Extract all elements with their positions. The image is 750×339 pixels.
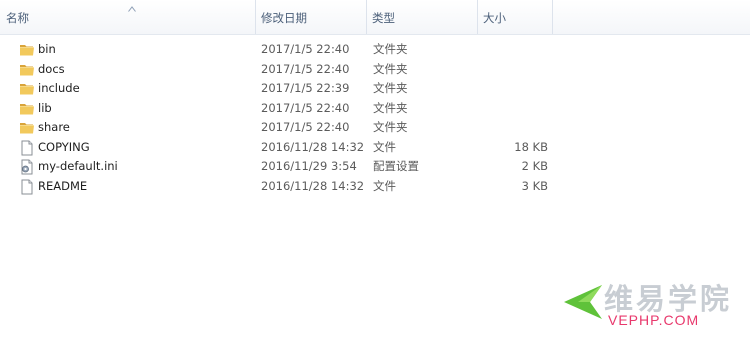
file-type: 文件夹 bbox=[373, 61, 408, 76]
file-explorer: 名称 修改日期 类型 大小 bin 2017/1/5 22:40 文件夹 doc… bbox=[0, 0, 750, 339]
file-type: 文件夹 bbox=[373, 81, 408, 95]
file-icon bbox=[19, 140, 35, 156]
file-row[interactable]: README 2016/11/28 14:32 文件 3 KB bbox=[0, 177, 560, 197]
file-name: README bbox=[38, 178, 88, 193]
file-size: 3 KB bbox=[521, 178, 548, 193]
column-header-date[interactable]: 修改日期 bbox=[255, 0, 366, 34]
file-type: 文件夹 bbox=[373, 100, 408, 115]
file-type: 文件 bbox=[373, 139, 396, 154]
file-date: 2017/1/5 22:39 bbox=[261, 81, 350, 95]
folder-icon bbox=[19, 120, 35, 136]
file-date: 2016/11/29 3:54 bbox=[261, 159, 357, 173]
file-date: 2017/1/5 22:40 bbox=[261, 42, 350, 56]
watermark-url: VEPHP.COM bbox=[608, 312, 700, 328]
file-row[interactable]: bin 2017/1/5 22:40 文件夹 bbox=[0, 40, 560, 60]
file-type: 文件夹 bbox=[373, 42, 408, 56]
file-date: 2016/11/28 14:32 bbox=[261, 139, 365, 154]
ini-settings-icon bbox=[19, 159, 35, 175]
file-size: 18 KB bbox=[514, 139, 548, 154]
file-row[interactable]: docs 2017/1/5 22:40 文件夹 bbox=[0, 60, 560, 80]
file-type: 文件夹 bbox=[373, 120, 408, 134]
column-divider[interactable] bbox=[552, 0, 553, 34]
folder-icon bbox=[19, 62, 35, 78]
file-name: COPYING bbox=[38, 139, 90, 154]
folder-icon bbox=[19, 42, 35, 58]
file-icon bbox=[19, 179, 35, 195]
file-name: docs bbox=[38, 61, 65, 76]
file-date: 2016/11/28 14:32 bbox=[261, 178, 365, 193]
file-row[interactable]: COPYING 2016/11/28 14:32 文件 18 KB bbox=[0, 138, 560, 158]
file-name: my-default.ini bbox=[38, 159, 118, 173]
file-name: bin bbox=[38, 42, 56, 56]
file-date: 2017/1/5 22:40 bbox=[261, 100, 350, 115]
folder-icon bbox=[19, 101, 35, 117]
folder-icon bbox=[19, 81, 35, 97]
vephp-logo-icon bbox=[564, 285, 602, 319]
column-header-type[interactable]: 类型 bbox=[366, 0, 477, 34]
watermark: 维易学院 VEPHP.COM bbox=[558, 276, 738, 332]
file-type: 文件 bbox=[373, 178, 396, 193]
file-name: include bbox=[38, 81, 80, 95]
file-row[interactable]: lib 2017/1/5 22:40 文件夹 bbox=[0, 99, 560, 119]
file-name: share bbox=[38, 120, 70, 134]
file-type: 配置设置 bbox=[373, 159, 419, 173]
sort-ascending-icon bbox=[128, 6, 136, 12]
file-row[interactable]: include 2017/1/5 22:39 文件夹 bbox=[0, 79, 560, 99]
file-size: 2 KB bbox=[521, 159, 548, 173]
file-date: 2017/1/5 22:40 bbox=[261, 61, 350, 76]
file-name: lib bbox=[38, 100, 52, 115]
file-date: 2017/1/5 22:40 bbox=[261, 120, 350, 134]
column-header-size[interactable]: 大小 bbox=[477, 0, 552, 34]
file-row[interactable]: share 2017/1/5 22:40 文件夹 bbox=[0, 118, 560, 138]
column-header-bar: 名称 修改日期 类型 大小 bbox=[0, 0, 750, 35]
file-row[interactable]: my-default.ini 2016/11/29 3:54 配置设置 2 KB bbox=[0, 157, 560, 177]
file-list: bin 2017/1/5 22:40 文件夹 docs 2017/1/5 22:… bbox=[0, 40, 560, 196]
